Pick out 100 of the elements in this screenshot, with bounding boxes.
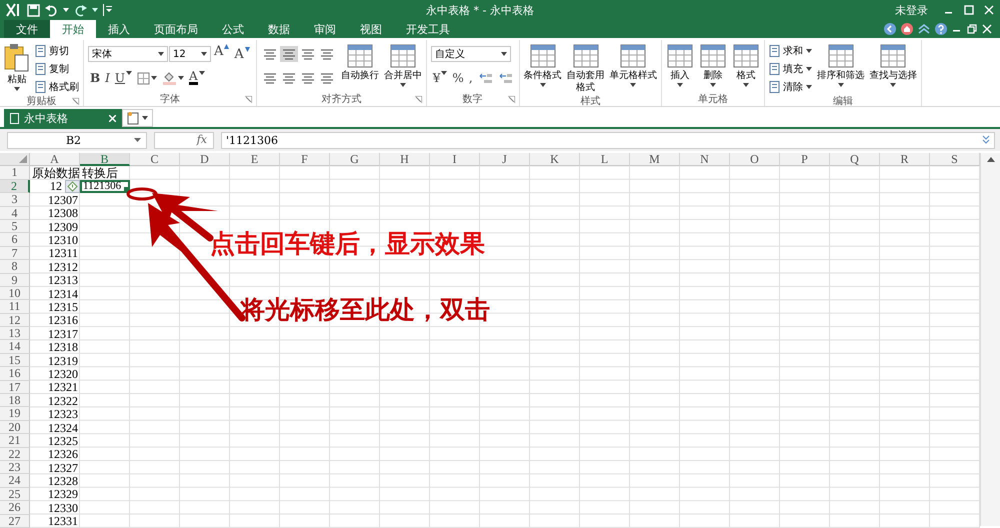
ribbon-button[interactable]: 删除 [699,43,728,87]
row-header[interactable]: 24 [0,474,30,488]
ribbon-button[interactable]: 排序和筛选 [817,43,865,87]
row-header[interactable]: 3 [0,193,30,207]
column-header[interactable]: P [780,153,830,166]
new-document-button[interactable] [122,109,153,127]
column-header[interactable]: D [180,153,230,166]
column-header[interactable]: H [380,153,430,166]
row-header[interactable]: 6 [0,233,30,247]
format-button[interactable]: I [103,70,112,86]
ribbon-button[interactable]: 单元格样式 [610,43,658,87]
column-header[interactable]: B [80,153,130,166]
row-header[interactable]: 2 [0,180,30,194]
dropdown-field[interactable]: 自定义 [430,46,511,62]
row-header[interactable]: 26 [0,501,30,515]
menu-tab[interactable]: 页面布局 [142,20,210,38]
row-header[interactable]: 1 [0,166,30,180]
format-button[interactable]: , [466,70,475,86]
collapse-ribbon-icon[interactable] [918,23,930,35]
menu-tab[interactable]: 数据 [256,20,302,38]
column-header[interactable]: C [130,153,180,166]
format-button[interactable]: A [187,70,207,86]
borders-button[interactable] [135,70,160,86]
undo-icon[interactable] [45,4,58,16]
row-header[interactable]: 8 [0,260,30,274]
column-header[interactable]: R [880,153,930,166]
row-header[interactable]: 15 [0,354,30,368]
menu-tab[interactable]: 插入 [96,20,142,38]
menu-tab[interactable]: 开始 [50,20,96,38]
scroll-up-icon[interactable] [986,157,994,162]
dropdown-field[interactable]: 12 [169,46,211,62]
fill-handle[interactable] [124,187,128,192]
column-header[interactable]: N [680,153,730,166]
format-button[interactable]: U [112,70,134,86]
error-tag-icon[interactable] [65,180,80,193]
dropdown-field[interactable]: 宋体 [88,46,168,62]
ribbon-button[interactable]: 清除 [769,79,812,94]
formula-field[interactable]: '1121306 [221,132,995,148]
row-header[interactable]: 9 [0,274,30,287]
row-header[interactable]: 16 [0,367,30,381]
maximize-icon[interactable] [964,5,974,15]
caret-icon[interactable] [63,8,69,12]
row-header[interactable]: 27 [0,514,30,528]
menu-tab[interactable]: 审阅 [302,20,348,38]
row-header[interactable]: 4 [0,206,30,220]
row-header[interactable]: 7 [0,246,30,260]
row-header[interactable]: 5 [0,220,30,234]
format-button[interactable]: B [88,70,102,86]
column-header[interactable]: Q [830,153,880,166]
redo-icon[interactable] [74,4,87,16]
format-button[interactable]: A [232,46,252,62]
column-header[interactable]: O [730,153,780,166]
row-header[interactable]: 18 [0,394,30,408]
menu-tab[interactable]: 公式 [210,20,256,38]
format-button[interactable]: A [212,43,232,65]
dialog-launcher-icon[interactable] [414,96,422,103]
row-header[interactable]: 23 [0,460,30,474]
ribbon-button[interactable]: 求和 [769,43,812,58]
row-header[interactable]: 19 [0,407,30,421]
column-header[interactable]: E [230,153,280,166]
column-header[interactable]: I [430,153,480,166]
back-icon[interactable] [884,23,896,35]
help-icon[interactable] [935,23,947,35]
insert-function-button[interactable]: fx [154,132,214,148]
row-header[interactable]: 22 [0,448,30,461]
ribbon-button[interactable]: 粘贴 [4,43,30,91]
format-button[interactable]: ¥ [430,70,450,86]
column-header[interactable]: K [530,153,580,166]
row-header[interactable]: 17 [0,380,30,394]
align-button[interactable] [280,46,298,62]
row-header[interactable]: 25 [0,488,30,502]
column-header[interactable]: F [280,153,330,166]
close-icon[interactable] [109,114,116,122]
vertical-scrollbar[interactable] [980,153,1000,526]
menu-tab[interactable]: 视图 [348,20,394,38]
ribbon-button[interactable]: 条件格式 [524,43,562,87]
dialog-launcher-icon[interactable] [72,98,79,105]
column-header[interactable]: A [30,153,80,166]
document-tab[interactable]: 永中表格 [4,109,122,127]
column-header[interactable]: M [630,153,680,166]
ribbon-button[interactable]: 合并居中 [384,43,422,87]
row-header[interactable]: 11 [0,300,30,314]
menu-tab[interactable]: 文件 [4,20,50,38]
column-header[interactable]: L [580,153,630,166]
save-icon[interactable] [27,4,40,16]
format-button[interactable]: % [450,70,466,86]
ribbon-button[interactable]: 查找与选择 [870,43,918,87]
ribbon-button[interactable]: 复制 [35,61,79,76]
column-header[interactable]: S [930,153,980,166]
row-header[interactable]: 12 [0,314,30,328]
column-header[interactable]: J [480,153,530,166]
caret-icon[interactable] [92,8,98,12]
home-icon[interactable] [901,23,913,35]
dialog-launcher-icon[interactable] [508,96,515,103]
ribbon-button[interactable]: 插入 [666,43,694,87]
app-logo-icon[interactable] [6,3,22,17]
restore-icon[interactable] [967,24,977,34]
login-status[interactable]: 未登录 [895,2,928,18]
ribbon-button[interactable]: 自动套用格式 [566,43,605,94]
row-header[interactable]: 13 [0,327,30,340]
